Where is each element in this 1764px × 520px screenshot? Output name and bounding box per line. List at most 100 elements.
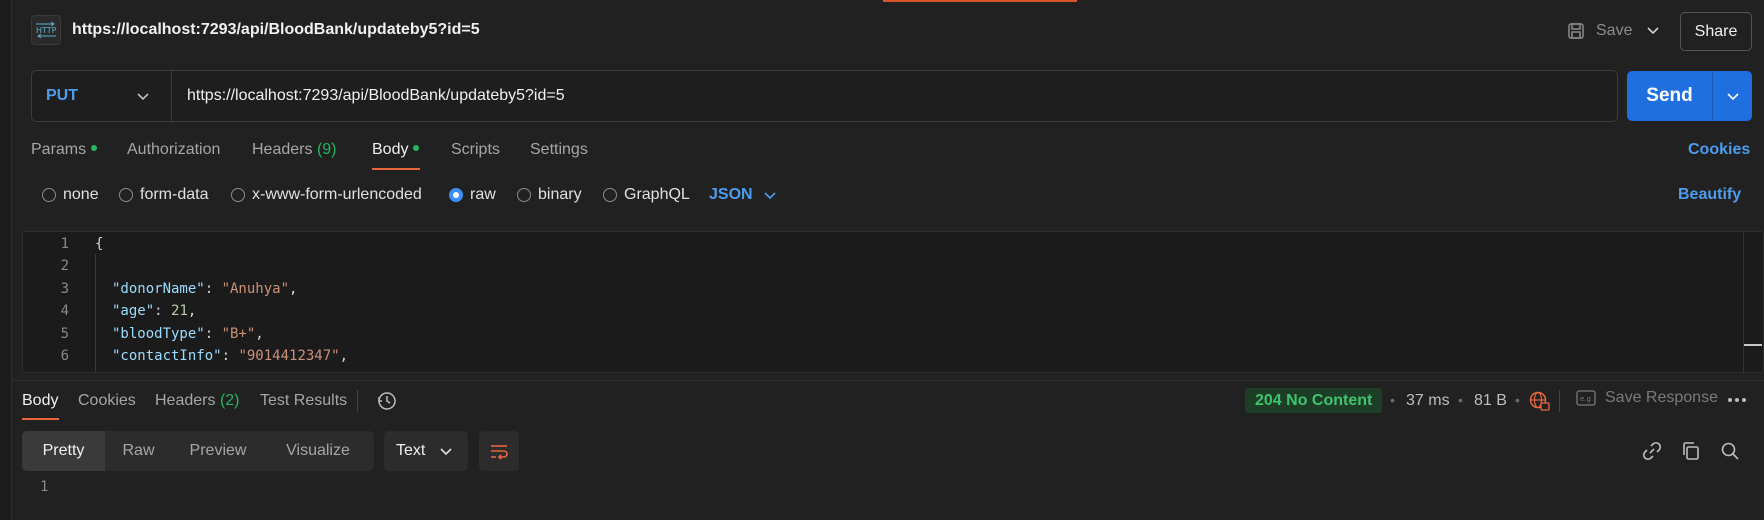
json-key: "bloodType": [112, 326, 205, 342]
chevron-down-icon: [137, 93, 149, 101]
beautify-link[interactable]: Beautify: [1678, 186, 1741, 204]
code-line: "contactInfo": "9014412347",: [112, 348, 349, 364]
radio-urlencoded: [231, 188, 245, 202]
tab-authorization[interactable]: Authorization: [127, 141, 220, 159]
radio-urlencoded-label: x-www-form-urlencoded: [252, 186, 422, 203]
send-button[interactable]: Send: [1627, 71, 1712, 121]
response-format-select[interactable]: Text: [384, 431, 468, 471]
tab-body[interactable]: Body: [372, 141, 420, 159]
request-body-editor[interactable]: 1 2 3 4 5 6 { "donorName": "Anuhya", "ag…: [22, 231, 1764, 373]
line-number: 1: [60, 236, 69, 252]
top-accent-bar: [883, 0, 1077, 2]
response-tab-cookies[interactable]: Cookies: [78, 392, 136, 410]
tab-headers[interactable]: Headers (9): [252, 141, 337, 159]
search-icon[interactable]: [1719, 440, 1741, 462]
radio-raw-label: raw: [470, 186, 496, 203]
json-value: 21: [171, 303, 188, 319]
view-visualize[interactable]: Visualize: [264, 431, 372, 471]
view-preview[interactable]: Preview: [172, 431, 264, 471]
save-label: Save: [1596, 22, 1633, 39]
tab-scripts[interactable]: Scripts: [451, 141, 500, 159]
left-gutter: [0, 0, 12, 520]
method-label: PUT: [46, 87, 78, 104]
cookies-link[interactable]: Cookies: [1688, 141, 1750, 159]
save-button[interactable]: Save: [1566, 16, 1632, 46]
params-indicator-dot: [91, 144, 98, 151]
view-raw[interactable]: Raw: [105, 431, 172, 471]
line-number: 5: [60, 326, 69, 342]
response-size[interactable]: 81 B: [1474, 392, 1507, 410]
network-globe-icon[interactable]: [1528, 390, 1550, 412]
copy-icon[interactable]: [1680, 440, 1702, 462]
tab-params[interactable]: Params: [31, 141, 98, 159]
url-bar: PUT https://localhost:7293/api/BloodBank…: [31, 70, 1618, 122]
link-icon[interactable]: [1641, 440, 1663, 462]
tab-headers-label: Headers: [252, 141, 313, 158]
save-options-chevron-icon[interactable]: [1645, 22, 1661, 38]
history-icon[interactable]: [376, 390, 398, 412]
body-type-form-data[interactable]: form-data: [119, 186, 208, 204]
json-value: "B+": [221, 326, 256, 342]
headers-count: (9): [316, 141, 337, 158]
more-options-icon[interactable]: [1726, 392, 1748, 408]
status-badge[interactable]: 204 No Content: [1245, 388, 1383, 413]
line-number: 4: [60, 303, 69, 319]
separator-dot: •: [1458, 392, 1463, 408]
line-number: 2: [60, 258, 69, 274]
tab-settings[interactable]: Settings: [530, 141, 588, 159]
body-type-urlencoded[interactable]: x-www-form-urlencoded: [231, 186, 422, 204]
line-number: 3: [60, 281, 69, 297]
response-headers-count: (2): [219, 392, 240, 409]
editor-scroll-thumb[interactable]: [1744, 344, 1762, 346]
tab-params-label: Params: [31, 141, 87, 158]
send-options-button[interactable]: [1712, 71, 1752, 121]
radio-graphql: [603, 188, 617, 202]
code-line: {: [95, 236, 104, 252]
http-icon: HTTP: [31, 15, 61, 45]
response-view-tabs: Pretty Raw Preview Visualize: [22, 431, 374, 471]
separator: [357, 390, 358, 412]
code-line: "donorName": "Anuhya",: [112, 281, 298, 297]
response-tab-body[interactable]: Body: [22, 392, 58, 410]
response-headers-label: Headers: [155, 392, 216, 409]
body-type-raw[interactable]: raw: [449, 186, 496, 204]
code-line: "age": 21,: [112, 303, 197, 319]
json-key: "contactInfo": [112, 348, 222, 364]
example-icon: e.g: [1576, 390, 1596, 406]
request-tab-title[interactable]: https://localhost:7293/api/BloodBank/upd…: [72, 21, 480, 39]
separator: [1559, 390, 1560, 412]
json-key: "age": [112, 303, 155, 319]
code-line: "bloodType": "B+",: [112, 326, 264, 342]
radio-form-data: [119, 188, 133, 202]
indent-guide: [95, 254, 96, 372]
response-tab-test-results[interactable]: Test Results: [260, 392, 347, 410]
response-format-label: Text: [396, 442, 426, 459]
body-type-graphql[interactable]: GraphQL: [603, 186, 690, 204]
url-input[interactable]: https://localhost:7293/api/BloodBank/upd…: [187, 87, 565, 105]
active-tab-underline: [372, 168, 420, 170]
radio-graphql-label: GraphQL: [624, 186, 690, 203]
wrap-lines-button[interactable]: [479, 431, 519, 471]
save-response-button[interactable]: e.g Save Response: [1576, 389, 1718, 407]
body-type-none[interactable]: none: [42, 186, 99, 204]
radio-form-data-label: form-data: [140, 186, 209, 203]
separator-dot: •: [1515, 392, 1520, 408]
share-button[interactable]: Share: [1680, 12, 1752, 51]
chevron-down-icon: [764, 192, 776, 200]
chevron-down-icon: [1726, 93, 1739, 101]
radio-binary-label: binary: [538, 186, 582, 203]
response-divider: [12, 380, 1764, 381]
response-time[interactable]: 37 ms: [1406, 392, 1450, 410]
view-pretty[interactable]: Pretty: [22, 431, 105, 471]
editor-scrollbar[interactable]: [1743, 232, 1763, 372]
save-response-label: Save Response: [1605, 389, 1718, 406]
save-icon: [1568, 23, 1584, 39]
body-type-binary[interactable]: binary: [517, 186, 582, 204]
raw-format-select[interactable]: JSON: [709, 186, 777, 204]
method-select[interactable]: PUT: [32, 71, 172, 121]
radio-none-label: none: [63, 186, 99, 203]
line-number: 6: [60, 348, 69, 364]
svg-text:HTTP: HTTP: [36, 26, 57, 35]
response-tab-headers[interactable]: Headers (2): [155, 392, 240, 410]
separator-dot: •: [1390, 392, 1395, 408]
